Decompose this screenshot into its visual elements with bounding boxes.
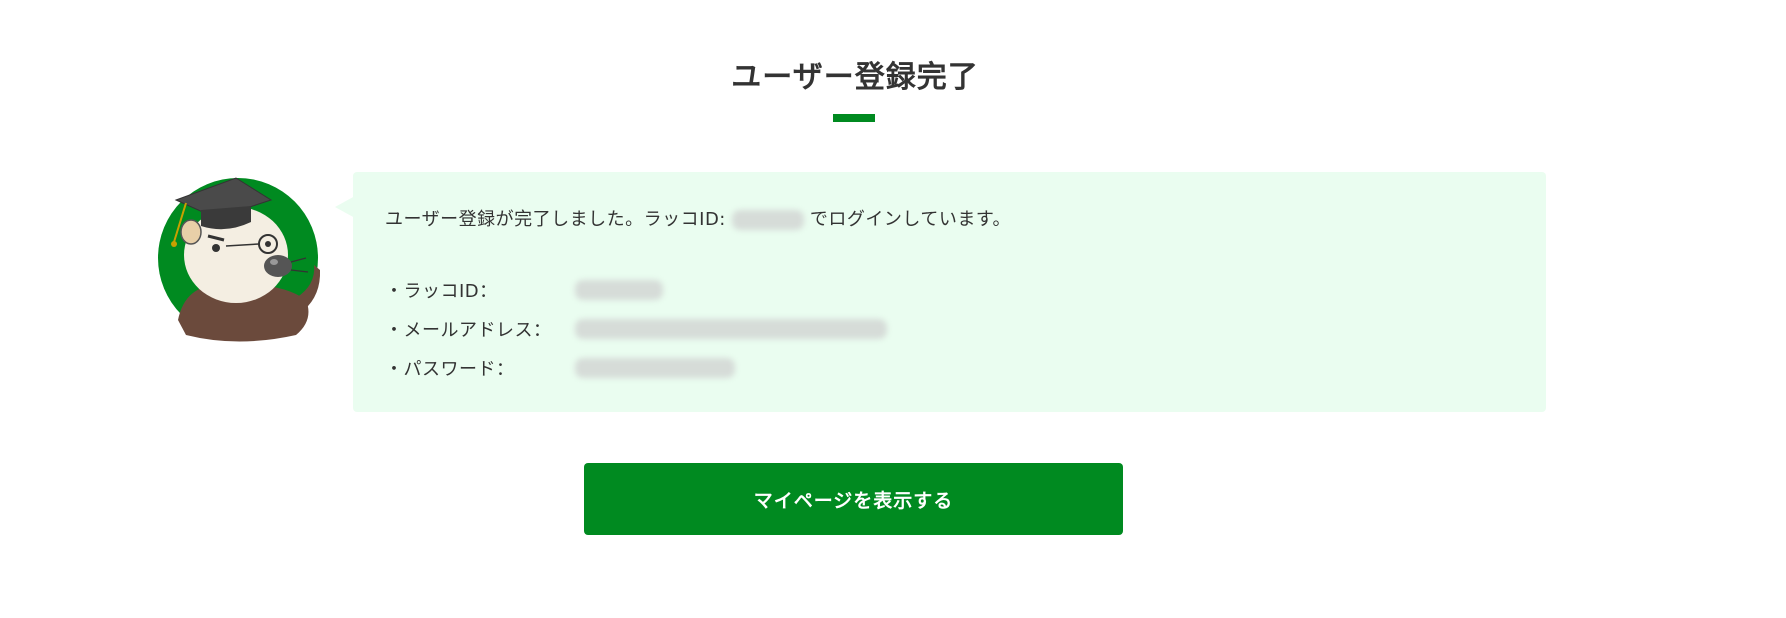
- rakko-id-redacted: [731, 210, 804, 230]
- email-label: ・メールアドレス：: [385, 319, 552, 341]
- rakko-id-value-redacted: [575, 279, 663, 300]
- password-label: ・パスワード：: [385, 358, 515, 380]
- completion-message-suffix: でログインしています。: [809, 209, 1012, 230]
- view-mypage-button[interactable]: マイページを表示する: [584, 463, 1123, 535]
- account-info-password: ・パスワード：: [385, 348, 1514, 387]
- speech-bubble-tail: [335, 196, 355, 218]
- account-info-rakko-id: ・ラッコID：: [385, 270, 1514, 309]
- completion-message: ユーザー登録が完了しました。ラッコID: でログインしています。: [385, 208, 1514, 232]
- account-info-email: ・メールアドレス：: [385, 309, 1514, 348]
- account-info-list: ・ラッコID： ・メールアドレス： ・パスワード：: [385, 270, 1514, 387]
- rakko-id-label: ・ラッコID：: [385, 280, 498, 302]
- email-value-redacted: [575, 318, 887, 339]
- completion-message-prefix: ユーザー登録が完了しました。ラッコID:: [385, 209, 726, 230]
- page-title: ユーザー登録完了: [731, 60, 979, 95]
- title-underline: [833, 114, 875, 122]
- registration-info-panel: ユーザー登録が完了しました。ラッコID: でログインしています。 ・ラッコID：…: [353, 172, 1546, 412]
- password-value-redacted: [575, 357, 735, 378]
- registration-complete-page: ユーザー登録完了 ユーザー登録が完了しました。ラッコID: でログインしています…: [0, 0, 1786, 618]
- sea-otter-mascot-icon: [156, 170, 326, 345]
